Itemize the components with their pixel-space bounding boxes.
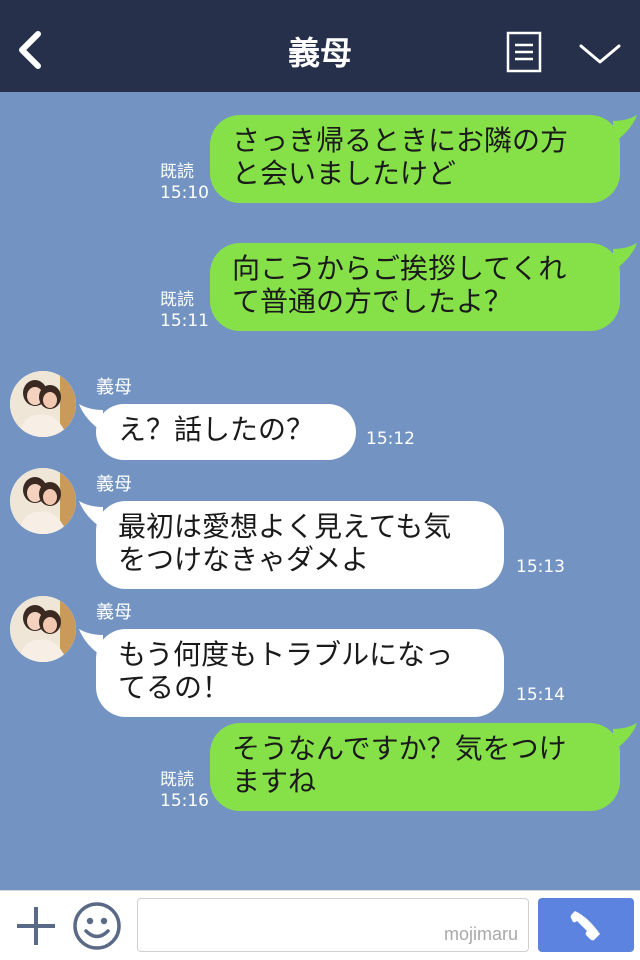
message-line: をつけなきゃダメよ	[118, 543, 370, 576]
outgoing-message-bubble[interactable]: 向こうからご挨拶してくれ て普通の方でしたよ？	[210, 243, 637, 331]
bubble-tail	[79, 501, 103, 529]
chevron-down-icon[interactable]	[578, 38, 622, 68]
incoming-message-bubble[interactable]: もう何度もトラブルになっ てるの！	[79, 629, 504, 717]
message-input-bar: mojimaru	[0, 890, 640, 960]
message-time: 15:14	[516, 685, 565, 705]
message-line: もう何度もトラブルになっ	[118, 638, 454, 671]
chat-area[interactable]: 既読 15:10 さっき帰るときにお隣の方 と会いましたけど 既読 15:11 …	[0, 92, 640, 890]
message-meta: 既読 15:11	[160, 290, 209, 332]
message-line: 向こうからご挨拶してくれ	[232, 252, 567, 285]
read-receipt: 既読	[160, 770, 194, 790]
outgoing-message-bubble[interactable]: そうなんですか？気をつけ ますね	[210, 723, 637, 811]
sender-name: 義母	[96, 377, 132, 398]
watermark: mojimaru	[443, 924, 518, 944]
message-line: え？話したの？	[118, 413, 315, 446]
outgoing-message-bubble[interactable]: さっき帰るときにお隣の方 と会いましたけど	[210, 115, 637, 203]
bubble-tail	[613, 115, 637, 143]
incoming-message-bubble[interactable]: え？話したの？	[79, 404, 356, 460]
incoming-message-bubble[interactable]: 最初は愛想よく見えても気 をつけなきゃダメよ	[79, 501, 504, 589]
message-line: そうなんですか？気をつけ	[232, 732, 567, 765]
bubble-tail	[613, 243, 637, 271]
message-time: 15:12	[366, 429, 415, 449]
bubble-tail	[79, 629, 103, 657]
chat-header: 義母	[0, 0, 640, 92]
message-time: 15:10	[160, 183, 209, 203]
message-time: 15:16	[160, 791, 209, 811]
phone-icon	[570, 911, 600, 941]
message-line: さっき帰るときにお隣の方	[232, 124, 569, 157]
message-line: と会いましたけど	[232, 157, 457, 190]
avatar-photo-icon	[10, 596, 76, 662]
avatar[interactable]	[10, 468, 76, 534]
smile-icon[interactable]	[72, 901, 122, 951]
avatar[interactable]	[10, 596, 76, 662]
bubble-tail	[613, 723, 637, 751]
message-meta: 既読 15:10	[160, 162, 209, 204]
avatar-photo-icon	[10, 371, 76, 437]
message-line: ますね	[232, 765, 317, 798]
call-button[interactable]	[538, 898, 634, 952]
message-time: 15:13	[516, 557, 565, 577]
plus-icon[interactable]	[14, 904, 58, 948]
read-receipt: 既読	[160, 162, 194, 182]
message-input[interactable]: mojimaru	[137, 898, 529, 952]
avatar[interactable]	[10, 371, 76, 437]
sender-name: 義母	[96, 474, 132, 495]
message-line: てるの！	[118, 671, 231, 704]
message-line: 最初は愛想よく見えても気	[118, 510, 452, 543]
message-line: て普通の方でしたよ？	[232, 285, 513, 318]
document-menu-icon[interactable]	[506, 31, 542, 73]
chat-title: 義母	[287, 34, 352, 72]
message-meta: 既読 15:16	[160, 770, 209, 812]
sender-name: 義母	[96, 602, 132, 623]
avatar-photo-icon	[10, 468, 76, 534]
message-time: 15:11	[160, 311, 209, 331]
read-receipt: 既読	[160, 290, 194, 310]
bubble-tail	[79, 404, 103, 432]
